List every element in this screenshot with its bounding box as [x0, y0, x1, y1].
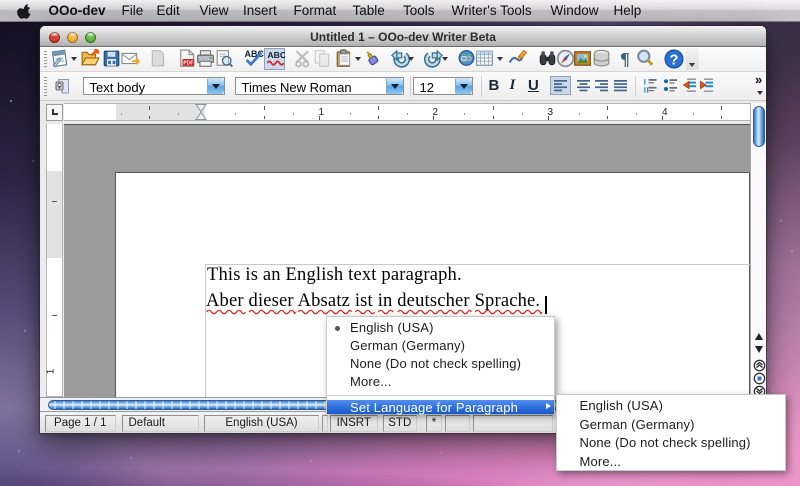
svg-text:¶: ¶: [620, 49, 630, 69]
svg-text:ABC: ABC: [267, 49, 285, 59]
svg-text:II: II: [644, 87, 649, 94]
svg-text:?: ?: [669, 52, 678, 68]
svg-text:I: I: [644, 79, 647, 87]
svg-text:PDF: PDF: [183, 61, 193, 67]
